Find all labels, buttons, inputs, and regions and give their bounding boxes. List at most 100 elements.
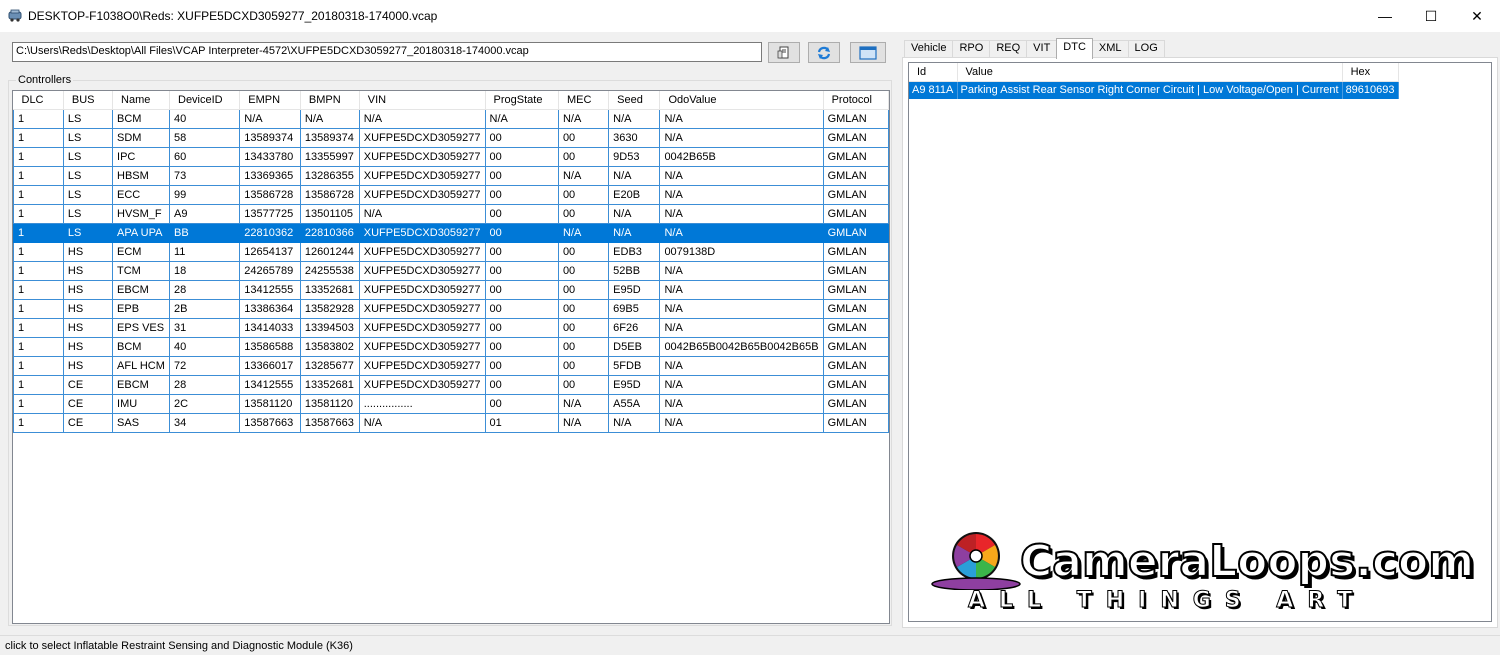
table-cell: 1 (13, 355, 64, 376)
window-button[interactable] (850, 42, 886, 63)
table-cell: 00 (557, 127, 610, 148)
table-cell: 1 (13, 127, 64, 148)
maximize-icon: ☐ (1424, 7, 1438, 24)
table-cell: 13586588 (239, 336, 301, 357)
dtc-column-hex[interactable]: Hex (1342, 63, 1399, 82)
table-cell: 1 (13, 108, 64, 129)
table-row[interactable]: 1 HS BCM 40 13586588 13583802 XUFPE5DCXD305927… (13, 336, 889, 357)
minimize-button[interactable]: — (1362, 0, 1408, 32)
table-cell: D5EB (608, 336, 661, 357)
table-cell: 13352681 (299, 279, 360, 300)
table-row[interactable]: 1 HS ECM 11 12654137 12601244 XUFPE5DCXD305927… (13, 241, 889, 262)
table-cell: 3630 (608, 127, 661, 148)
table-cell: EPS VES (112, 317, 170, 338)
table-row[interactable]: 1 LS ECC 99 13586728 13586728 XUFPE5DCXD305927… (13, 184, 889, 205)
table-cell: 58 (168, 127, 241, 148)
table-cell: 13412555 (239, 374, 301, 395)
column-header-vin[interactable]: VIN (359, 91, 486, 110)
table-cell: GMLAN (822, 127, 889, 148)
dtc-row[interactable]: A9 811A Parking Assist Rear Sensor Right … (909, 81, 1399, 99)
tab-rpo[interactable]: RPO (952, 40, 991, 58)
window-title: DESKTOP-F1038O0\Reds: XUFPE5DCXD3059277_… (28, 9, 438, 23)
table-cell: 1 (13, 222, 64, 243)
table-cell: LS (62, 184, 114, 205)
table-cell: 00 (557, 184, 610, 205)
column-header-name[interactable]: Name (112, 91, 170, 110)
table-cell: AFL HCM (112, 355, 170, 376)
camera-aperture-logo (931, 532, 1021, 590)
table-cell: GMLAN (822, 393, 889, 414)
table-cell: 0042B65B0042B65B0042B65B (659, 336, 824, 357)
refresh-button[interactable] (808, 42, 840, 63)
table-row[interactable]: 1 HS EPB 2B 13386364 13582928 XUFPE5DCXD305927… (13, 298, 889, 319)
table-cell: XUFPE5DCXD3059277 (358, 279, 486, 300)
table-row[interactable]: 1 LS HVSM_F A9 13577725 13501105 N/A 00 00 N/A N/A… (13, 203, 889, 224)
table-row[interactable]: 1 LS IPC 60 13433780 13355997 XUFPE5DCXD305927… (13, 146, 889, 167)
table-cell: XUFPE5DCXD3059277 (358, 355, 486, 376)
column-header-odovalue[interactable]: OdoValue (659, 91, 824, 110)
table-cell: 2B (168, 298, 241, 319)
table-cell: HVSM_F (112, 203, 170, 224)
table-cell: ECM (112, 241, 170, 262)
table-cell: 0079138D (659, 241, 824, 262)
table-cell: 13501105 (299, 203, 360, 224)
table-row[interactable]: 1 HS EBCM 28 13412555 13352681 XUFPE5DCXD30592… (13, 279, 889, 300)
table-cell: 1 (13, 241, 64, 262)
dtc-column-id[interactable]: Id (909, 63, 958, 82)
column-header-bus[interactable]: BUS (63, 91, 114, 110)
table-row[interactable]: 1 LS SDM 58 13589374 13589374 XUFPE5DCXD305927… (13, 127, 889, 148)
file-path-input[interactable]: C:\Users\Reds\Desktop\All Files\VCAP Int… (12, 42, 762, 62)
table-row[interactable]: 1 CE EBCM 28 13412555 13352681 XUFPE5DCXD30592… (13, 374, 889, 395)
tab-log[interactable]: LOG (1127, 40, 1165, 58)
table-row[interactable]: 1 LS HBSM 73 13369365 13286355 XUFPE5DCXD30592… (13, 165, 889, 186)
tab-vit[interactable]: VIT (1026, 40, 1058, 58)
table-cell: BCM (112, 108, 170, 129)
column-header-dlc[interactable]: DLC (13, 91, 64, 110)
table-cell: 00 (484, 146, 559, 167)
tab-xml[interactable]: XML (1091, 40, 1129, 58)
column-header-mec[interactable]: MEC (558, 91, 610, 110)
table-cell: E20B (608, 184, 661, 205)
table-cell: N/A (608, 165, 661, 186)
table-row[interactable]: 1 HS AFL HCM 72 13366017 13285677 XUFPE5DCXD30… (13, 355, 889, 376)
table-cell: GMLAN (822, 260, 889, 281)
column-header-deviceid[interactable]: DeviceID (169, 91, 241, 110)
table-cell: 00 (484, 127, 559, 148)
table-cell: 00 (484, 298, 559, 319)
table-cell: HS (62, 298, 114, 319)
column-header-protocol[interactable]: Protocol (823, 91, 889, 110)
column-header-bmpn[interactable]: BMPN (300, 91, 360, 110)
maximize-button[interactable]: ☐ (1408, 0, 1454, 32)
table-cell: 22810366 (299, 222, 360, 243)
table-cell: XUFPE5DCXD3059277 (358, 336, 486, 357)
table-cell: IPC (112, 146, 170, 167)
open-file-button[interactable] (768, 42, 800, 63)
table-cell: 00 (484, 317, 559, 338)
tab-req[interactable]: REQ (989, 40, 1028, 58)
table-row[interactable]: 1 HS TCM 18 24265789 24255538 XUFPE5DCXD305927… (13, 260, 889, 281)
table-cell: SAS (112, 412, 170, 433)
table-cell: 73 (168, 165, 241, 186)
table-row[interactable]: 1 HS EPS VES 31 13414033 13394503 XUFPE5DCXD30… (13, 317, 889, 338)
controllers-grid[interactable]: DLC BUS Name DeviceID EMPN BMPN VIN ProgState ME… (12, 90, 890, 624)
table-cell: 00 (484, 260, 559, 281)
table-cell: 1 (13, 412, 64, 433)
table-row[interactable]: 1 CE SAS 34 13587663 13587663 N/A 01 N/A N/A N/A GM… (13, 412, 889, 433)
table-cell: 13582928 (299, 298, 360, 319)
table-cell: GMLAN (822, 355, 889, 376)
table-cell: N/A (358, 203, 486, 224)
table-row[interactable]: 1 LS BCM 40 N/A N/A N/A N/A N/A N/A N/A GMLAN (13, 108, 889, 129)
dtc-cell: Parking Assist Rear Sensor Right Corner … (957, 81, 1343, 99)
table-cell: 00 (557, 355, 610, 376)
table-cell: N/A (358, 108, 486, 129)
dtc-column-value[interactable]: Value (957, 63, 1343, 82)
table-row[interactable]: 1 LS APA UPA BB 22810362 22810366 XUFPE5DCXD30… (13, 222, 889, 243)
close-button[interactable]: ✕ (1454, 0, 1500, 32)
table-row[interactable]: 1 CE IMU 2C 13581120 13581120................… (13, 393, 889, 414)
column-header-empn[interactable]: EMPN (239, 91, 301, 110)
column-header-seed[interactable]: Seed (608, 91, 661, 110)
tab-dtc[interactable]: DTC (1056, 38, 1093, 59)
table-cell: 40 (168, 108, 241, 129)
tab-vehicle[interactable]: Vehicle (904, 40, 954, 58)
column-header-progstate[interactable]: ProgState (485, 91, 559, 110)
